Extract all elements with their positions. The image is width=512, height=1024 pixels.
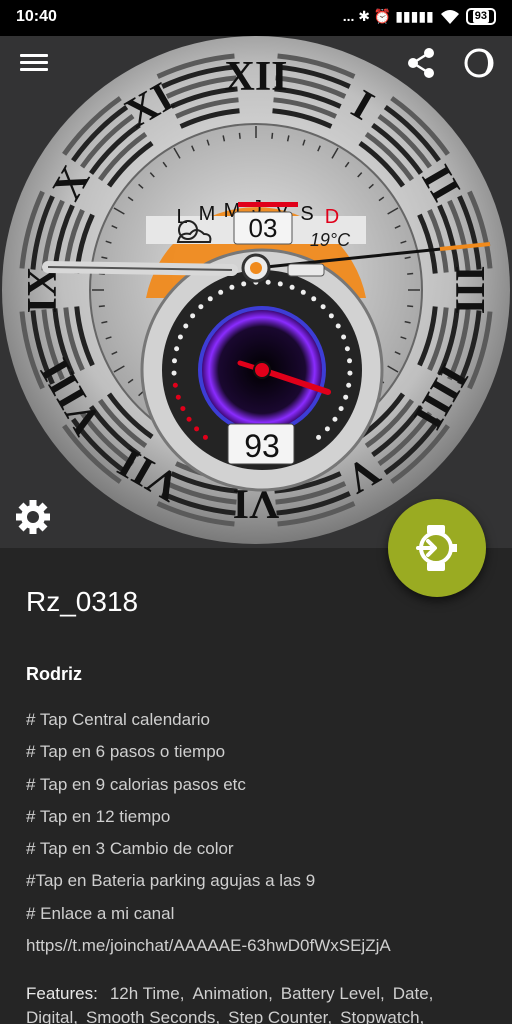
- subdial-dot: [207, 296, 213, 302]
- feature-item: 12h Time,: [109, 984, 185, 1003]
- subdial-dot: [194, 426, 200, 432]
- description-line: #Tap en Bateria parking agujas a las 9: [26, 871, 316, 891]
- dial-tick: [98, 305, 105, 308]
- subdial-dot: [265, 279, 271, 285]
- menu-bar: [20, 61, 48, 64]
- battery-value: 93: [244, 428, 280, 464]
- subdial-dot: [332, 416, 338, 422]
- channel-link[interactable]: https//t.me/joinchat/AAAAAE-63hwD0fWxSEj…: [26, 934, 496, 966]
- subdial-dot: [343, 394, 349, 400]
- watch-install-icon: [416, 525, 457, 571]
- features-label: Features:: [26, 984, 98, 1003]
- subdial-dot: [311, 296, 317, 302]
- description-line: # Tap Central calendario: [26, 710, 210, 729]
- description-line: # Tap en 3 Cambio de color: [26, 839, 234, 859]
- subdial-dot: [183, 323, 189, 329]
- share-button[interactable]: [404, 46, 438, 80]
- weekday-label: S: [300, 203, 313, 225]
- weekday-label: M: [199, 203, 216, 225]
- battery-indicator: 93: [465, 8, 496, 25]
- status-indicators: ... ✱ ⏰ ▮▮▮▮▮: [342, 8, 434, 24]
- wifi-icon: [440, 9, 459, 24]
- description-line: # Enlace a mi canal: [26, 903, 175, 923]
- subdial-dot: [218, 289, 224, 295]
- watchface-title: Rz_0318: [26, 586, 139, 617]
- feature-item: Battery Level,: [280, 984, 385, 1003]
- feature-item: Step Counter,: [228, 1008, 333, 1024]
- roman-numeral: XII: [224, 54, 287, 100]
- subdial-dot: [177, 334, 183, 340]
- subdial-dot: [289, 284, 295, 290]
- subdial-dot: [300, 289, 306, 295]
- dial-tick: [271, 132, 274, 139]
- subdial-dot: [320, 304, 326, 310]
- minute-hand-stub: [287, 263, 325, 277]
- description-line: # Tap en 6 pasos o tiempo: [26, 742, 226, 762]
- features-section: Features: 12h Time, Animation, Battery Leve…: [26, 982, 496, 1024]
- dial-tick: [238, 132, 241, 139]
- install-watchface-button[interactable]: [388, 499, 486, 597]
- menu-bar: [20, 54, 48, 57]
- subdial-dot: [190, 313, 196, 319]
- feature-item: Digital,: [26, 1008, 78, 1024]
- subdial-dot: [347, 358, 353, 364]
- subdial-hub: [253, 361, 271, 379]
- description-line: # Tap en 9 calorias pasos etc: [26, 774, 246, 794]
- author-name: Rodriz: [26, 664, 82, 684]
- status-icons: ... ✱ ⏰ ▮▮▮▮▮ 93: [343, 8, 496, 25]
- menu-bar: [20, 68, 48, 71]
- battery-level: 93: [472, 10, 489, 23]
- subdial-dot: [198, 304, 204, 310]
- dial-tick: [407, 305, 414, 308]
- subdial-dot: [171, 358, 177, 364]
- feature-item: Date,: [392, 984, 434, 1003]
- subdial-dot: [341, 334, 347, 340]
- subdial-dot: [316, 434, 322, 440]
- subdial-dot: [347, 370, 353, 376]
- subdial-dot: [277, 281, 283, 287]
- subdial-dot: [186, 416, 192, 422]
- subdial-dot: [171, 370, 177, 376]
- subdial-dot: [344, 346, 350, 352]
- subdial-dot: [175, 394, 181, 400]
- subdial-dot: [324, 426, 330, 432]
- subdial-dot: [328, 313, 334, 319]
- status-bar: 10:40 ... ✱ ⏰ ▮▮▮▮▮ 93: [0, 0, 512, 36]
- subdial-dot: [172, 382, 178, 388]
- description-list: # Tap Central calendario # Tap en 6 pasos…: [26, 708, 496, 966]
- theme-toggle-button[interactable]: [462, 46, 496, 80]
- center-pin: [250, 262, 262, 274]
- roman-numeral: III: [446, 265, 492, 314]
- gear-icon: [16, 500, 50, 534]
- subdial-dot: [335, 323, 341, 329]
- weekday-marker: [238, 202, 298, 207]
- subdial-dot: [241, 281, 247, 287]
- subdial-dot: [338, 406, 344, 412]
- settings-button[interactable]: [14, 498, 52, 536]
- feature-item: Stopwatch,: [340, 1008, 425, 1024]
- menu-button[interactable]: [18, 50, 50, 78]
- watch-face-preview: XII I II III IIII V VI VII VIII IX X XI LMMJVSD 03 …: [0, 36, 512, 548]
- share-icon: [408, 48, 434, 78]
- watch-face-image: XIIIIIIIIIIIIVVIVIIVIIIIXXXI LMMJVSD 03 …: [2, 36, 510, 544]
- feature-item: Smooth Seconds,: [85, 1008, 221, 1024]
- weekday-label: D: [325, 206, 339, 228]
- subdial-dot: [346, 382, 352, 388]
- subdial-dot: [174, 346, 180, 352]
- dial-tick: [407, 272, 414, 275]
- subdial-dot: [202, 434, 208, 440]
- status-time: 10:40: [16, 8, 57, 25]
- subdial-dot: [180, 406, 186, 412]
- date-value: 03: [249, 213, 278, 243]
- subdial-dot: [229, 284, 235, 290]
- theme-toggle-icon: [464, 48, 494, 78]
- temperature-value: 19°C: [310, 230, 351, 250]
- roman-numeral: IX: [20, 267, 66, 314]
- feature-item: Animation,: [192, 984, 273, 1003]
- description-line: # Tap en 12 tiempo: [26, 806, 171, 826]
